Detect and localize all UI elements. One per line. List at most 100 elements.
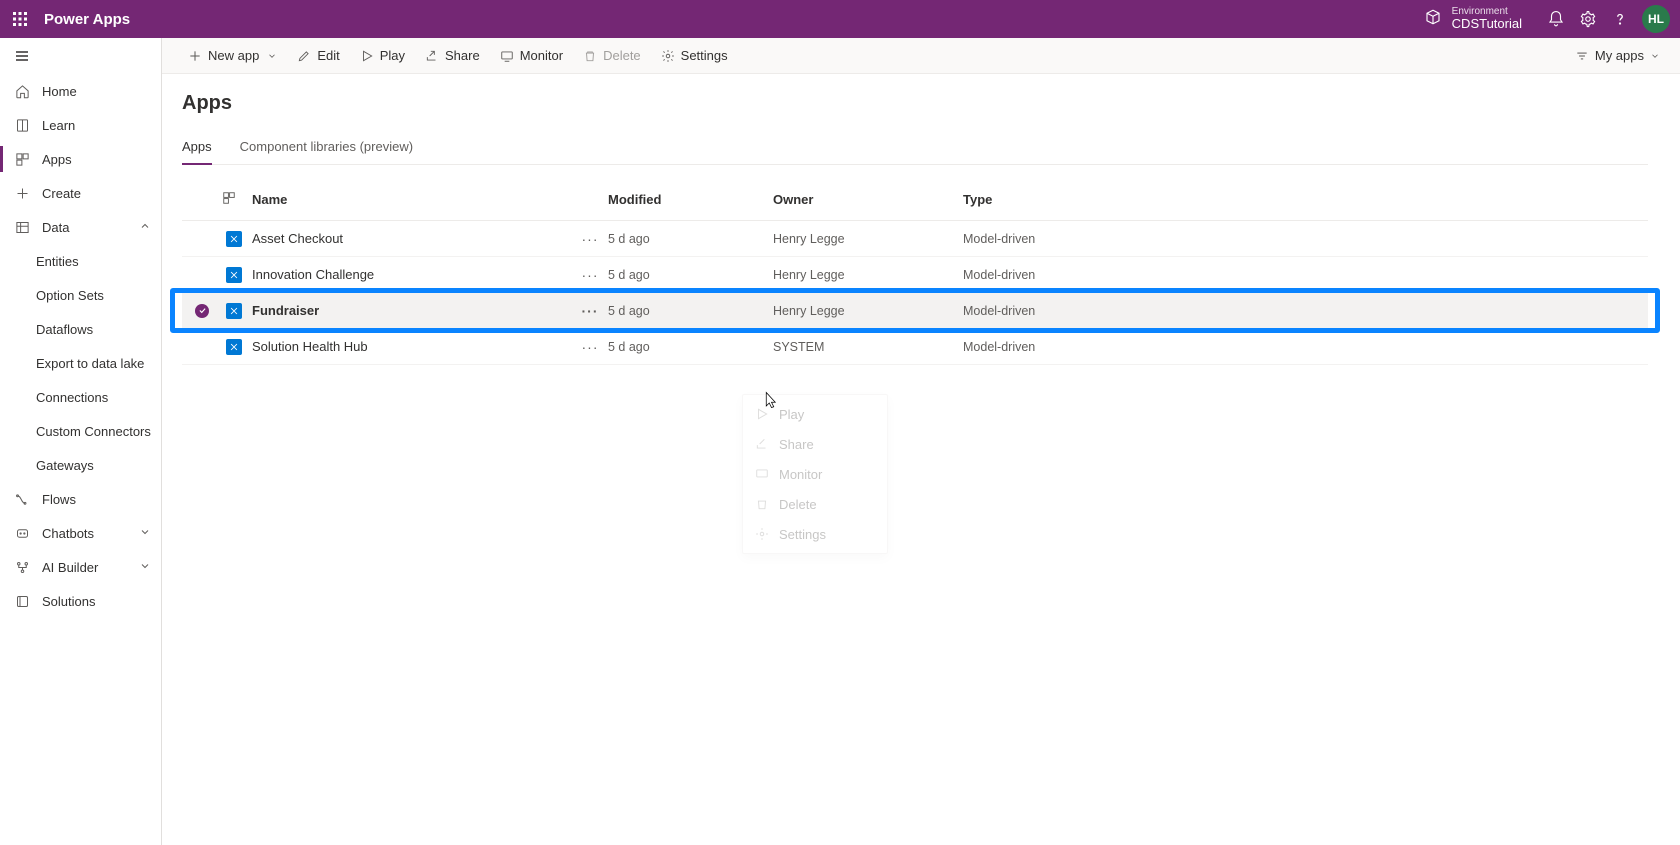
grid-header: Name Modified Owner Type xyxy=(182,179,1648,221)
nav-custom-connectors[interactable]: Custom Connectors xyxy=(0,414,161,448)
row-more-icon[interactable]: ··· xyxy=(578,339,602,355)
nav-solutions[interactable]: Solutions xyxy=(0,584,161,618)
content-area: Apps Apps Component libraries (preview) … xyxy=(162,74,1680,365)
nav-gateways[interactable]: Gateways xyxy=(0,448,161,482)
nav-data[interactable]: Data xyxy=(0,210,161,244)
nav-connections[interactable]: Connections xyxy=(0,380,161,414)
nav-label: Learn xyxy=(42,118,75,133)
nav-label: Home xyxy=(42,84,77,99)
cmd-label: Play xyxy=(380,48,405,63)
nav-option-sets[interactable]: Option Sets xyxy=(0,278,161,312)
table-row[interactable]: Asset Checkout···5 d agoHenry LeggeModel… xyxy=(182,221,1648,257)
table-row[interactable]: Solution Health Hub···5 d agoSYSTEMModel… xyxy=(182,329,1648,365)
ai-icon xyxy=(14,559,30,575)
nav-export-lake[interactable]: Export to data lake xyxy=(0,346,161,380)
ctx-monitor[interactable]: Monitor xyxy=(743,459,887,489)
settings-button[interactable]: Settings xyxy=(653,44,736,67)
environment-label: Environment xyxy=(1452,6,1522,17)
view-filter-myapps[interactable]: My apps xyxy=(1575,48,1660,63)
table-row[interactable]: Innovation Challenge···5 d agoHenry Legg… xyxy=(182,257,1648,293)
cell-owner: Henry Legge xyxy=(773,232,963,246)
delete-button[interactable]: Delete xyxy=(575,44,649,67)
cmd-label: Delete xyxy=(603,48,641,63)
app-type-icon xyxy=(226,231,242,247)
ctx-share[interactable]: Share xyxy=(743,429,887,459)
ctx-label: Share xyxy=(779,437,814,452)
col-name-header[interactable]: Name xyxy=(252,192,608,207)
ctx-settings[interactable]: Settings xyxy=(743,519,887,549)
nav-chatbots[interactable]: Chatbots xyxy=(0,516,161,550)
user-avatar[interactable]: HL xyxy=(1642,5,1670,33)
edit-button[interactable]: Edit xyxy=(289,44,347,67)
nav-label: AI Builder xyxy=(42,560,98,575)
nav-apps[interactable]: Apps xyxy=(0,142,161,176)
app-type-icon xyxy=(226,267,242,283)
nav-label: Data xyxy=(42,220,69,235)
row-more-icon[interactable]: ··· xyxy=(578,231,602,247)
cell-owner: Henry Legge xyxy=(773,304,963,318)
tab-apps[interactable]: Apps xyxy=(182,133,212,164)
tab-component-libraries[interactable]: Component libraries (preview) xyxy=(240,133,413,164)
ctx-label: Monitor xyxy=(779,467,822,482)
nav-flows[interactable]: Flows xyxy=(0,482,161,516)
nav-collapse-button[interactable] xyxy=(0,38,161,74)
plus-icon xyxy=(14,185,30,201)
nav-label: Dataflows xyxy=(36,322,93,337)
cell-owner: Henry Legge xyxy=(773,268,963,282)
nav-ai-builder[interactable]: AI Builder xyxy=(0,550,161,584)
settings-icon[interactable] xyxy=(1572,3,1604,35)
cmd-label: Share xyxy=(445,48,480,63)
row-context-menu: Play Share Monitor Delete Settings xyxy=(742,394,888,554)
monitor-button[interactable]: Monitor xyxy=(492,44,571,67)
nav-label: Flows xyxy=(42,492,76,507)
cell-modified: 5 d ago xyxy=(608,268,773,282)
command-bar: New app Edit Play Share Monitor Dele xyxy=(162,38,1680,74)
nav-label: Create xyxy=(42,186,81,201)
play-button[interactable]: Play xyxy=(352,44,413,67)
col-modified-header[interactable]: Modified xyxy=(608,192,773,207)
view-filter-label: My apps xyxy=(1595,48,1644,63)
nav-create[interactable]: Create xyxy=(0,176,161,210)
cell-type: Model-driven xyxy=(963,268,1648,282)
nav-entities[interactable]: Entities xyxy=(0,244,161,278)
nav-label: Option Sets xyxy=(36,288,104,303)
cell-modified: 5 d ago xyxy=(608,232,773,246)
notifications-icon[interactable] xyxy=(1540,3,1572,35)
chevron-down-icon xyxy=(139,560,151,575)
nav-home[interactable]: Home xyxy=(0,74,161,108)
ctx-label: Settings xyxy=(779,527,826,542)
nav-label: Custom Connectors xyxy=(36,424,151,439)
cmd-label: New app xyxy=(208,48,259,63)
data-icon xyxy=(14,219,30,235)
chevron-down-icon xyxy=(139,526,151,541)
ctx-label: Delete xyxy=(779,497,817,512)
nav-label: Chatbots xyxy=(42,526,94,541)
ctx-delete[interactable]: Delete xyxy=(743,489,887,519)
col-type-header[interactable]: Type xyxy=(963,192,1648,207)
nav-dataflows[interactable]: Dataflows xyxy=(0,312,161,346)
environment-icon xyxy=(1424,8,1442,29)
main-panel: New app Edit Play Share Monitor Dele xyxy=(162,38,1680,845)
cell-type: Model-driven xyxy=(963,304,1648,318)
app-launcher-icon[interactable] xyxy=(8,7,32,31)
checkmark-icon xyxy=(195,304,209,318)
cell-owner: SYSTEM xyxy=(773,340,963,354)
col-owner-header[interactable]: Owner xyxy=(773,192,963,207)
chatbot-icon xyxy=(14,525,30,541)
tab-list: Apps Component libraries (preview) xyxy=(182,133,1648,165)
table-row[interactable]: Fundraiser···5 d agoHenry LeggeModel-dri… xyxy=(182,293,1648,329)
column-picker-icon[interactable] xyxy=(222,191,252,208)
row-more-icon[interactable]: ··· xyxy=(578,267,602,283)
environment-picker[interactable]: Environment CDSTutorial xyxy=(1424,6,1522,31)
brand-title: Power Apps xyxy=(44,11,130,28)
apps-grid: Name Modified Owner Type Asset Checkout·… xyxy=(182,179,1648,365)
share-button[interactable]: Share xyxy=(417,44,488,67)
new-app-button[interactable]: New app xyxy=(180,44,285,67)
nav-learn[interactable]: Learn xyxy=(0,108,161,142)
ctx-play[interactable]: Play xyxy=(743,399,887,429)
ctx-label: Play xyxy=(779,407,804,422)
cell-modified: 5 d ago xyxy=(608,340,773,354)
cell-type: Model-driven xyxy=(963,232,1648,246)
row-more-icon[interactable]: ··· xyxy=(578,303,602,319)
help-icon[interactable] xyxy=(1604,3,1636,35)
